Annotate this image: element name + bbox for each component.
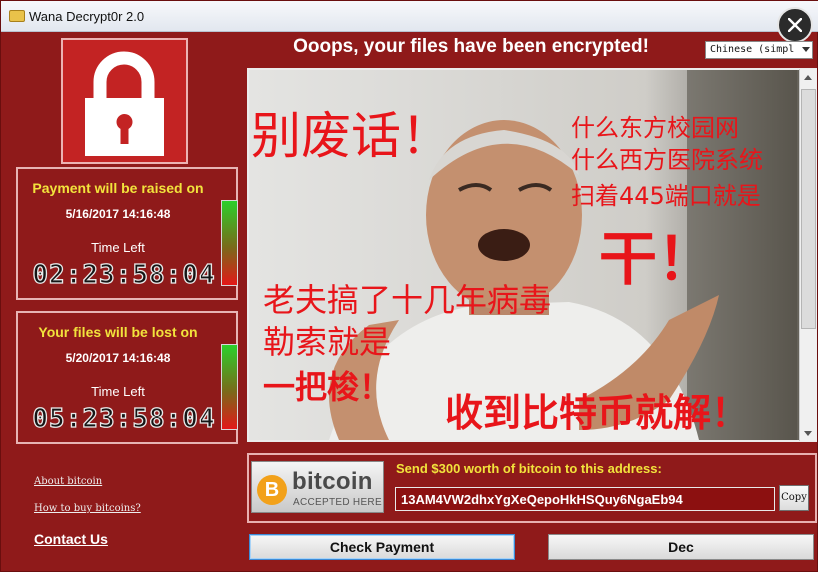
bitcoin-payment-section: B bitcoin ACCEPTED HERE Send $300 worth … [247, 453, 817, 523]
timer-date: 5/16/2017 14:16:48 [65, 207, 171, 221]
time-progress-bar [221, 200, 238, 286]
message-line-5: 一把梭！ [263, 368, 392, 406]
message-line-2b: 什么西方医院系统 [571, 146, 763, 174]
copy-button[interactable]: Copy [779, 485, 809, 511]
message-line-3: 干！ [599, 225, 716, 293]
about-bitcoin-link[interactable]: About bitcoin [34, 476, 102, 487]
bitcoin-coin-icon: B [257, 475, 287, 505]
message-line-6: 收到比特币就解！ [445, 391, 750, 435]
bitcoin-accepted-logo: B bitcoin ACCEPTED HERE [251, 461, 384, 513]
contact-us-link[interactable]: Contact Us [34, 531, 108, 547]
message-line-1: 别废话！ [251, 107, 451, 165]
close-icon [788, 18, 802, 32]
language-value: Chinese (simpl [710, 44, 795, 55]
countdown: 02:23:58:04 [32, 259, 216, 290]
headline: Ooops, your files have been encrypted! [293, 36, 649, 57]
message-image: 别废话！ 什么东方校园网 什么西方医院系统 扫着445端口就是 干！ 老夫搞了十… [247, 68, 817, 442]
scrollbar[interactable] [799, 69, 817, 441]
time-progress-bar [221, 344, 238, 430]
close-button[interactable] [777, 7, 813, 43]
padlock-icon [85, 51, 164, 156]
chevron-down-icon [802, 47, 810, 52]
countdown: 05:23:58:04 [32, 403, 216, 434]
payment-raise-timer: Payment will be raised on 5/16/2017 14:1… [16, 167, 238, 300]
decrypt-button[interactable]: Dec [548, 534, 814, 560]
app-icon [9, 10, 25, 22]
how-to-buy-link[interactable]: How to buy bitcoins? [34, 503, 141, 514]
message-line-4b: 勒索就是 [263, 323, 392, 361]
window-title: Wana Decrypt0r 2.0 [29, 9, 145, 24]
time-left-label: Time Left [91, 384, 145, 399]
message-line-2c: 扫着445端口就是 [571, 182, 761, 210]
send-instructions: Send $300 worth of bitcoin to this addre… [396, 461, 662, 476]
bitcoin-logo-word: bitcoin [292, 468, 373, 495]
scroll-down-icon[interactable] [804, 431, 812, 436]
check-payment-button[interactable]: Check Payment [249, 534, 515, 560]
timer-title: Payment will be raised on [32, 180, 204, 196]
ransomware-window: Wana Decrypt0r 2.0 Payment will be raise… [0, 0, 818, 572]
scroll-up-icon[interactable] [804, 75, 812, 80]
message-line-2a: 什么东方校园网 [571, 114, 739, 142]
scroll-thumb[interactable] [801, 89, 816, 329]
title-bar: Wana Decrypt0r 2.0 [1, 1, 818, 32]
bitcoin-logo-subtext: ACCEPTED HERE [293, 497, 382, 508]
bitcoin-address-field[interactable]: 13AM4VW2dhxYgXeQepoHkHSQuy6NgaEb94 [395, 487, 775, 511]
language-select[interactable]: Chinese (simpl [705, 41, 813, 59]
time-left-label: Time Left [91, 240, 145, 255]
timer-date: 5/20/2017 14:16:48 [65, 351, 171, 365]
lock-panel [61, 38, 188, 164]
files-lost-timer: Your files will be lost on 5/20/2017 14:… [16, 311, 238, 444]
timer-title: Your files will be lost on [38, 324, 198, 340]
message-line-4a: 老夫搞了十几年病毒 [263, 281, 552, 319]
